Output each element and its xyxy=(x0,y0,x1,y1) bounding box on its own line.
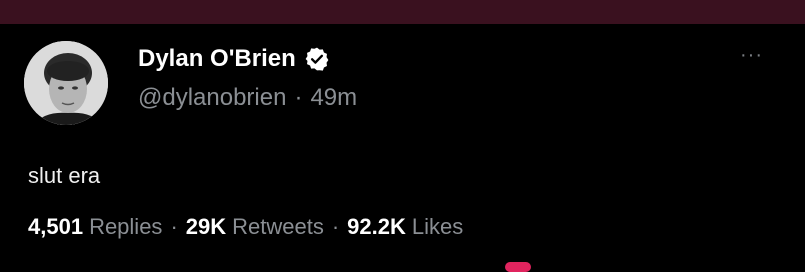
author-handle-row: @dylanobrien · 49m xyxy=(138,84,357,112)
tweet-stats: 4,501 Replies · 29K Retweets · 92.2K Lik… xyxy=(28,214,463,240)
author-display-name[interactable]: Dylan O'Brien xyxy=(138,45,296,73)
likes-count[interactable]: 92.2K xyxy=(347,214,406,240)
tweet-text: slut era xyxy=(28,163,101,188)
avatar[interactable] xyxy=(24,41,108,125)
author-handle[interactable]: @dylanobrien xyxy=(138,84,286,112)
separator-dot: · xyxy=(170,214,178,239)
author-name-row: Dylan O'Brien xyxy=(138,43,330,75)
like-icon-partial xyxy=(505,262,531,272)
likes-label[interactable]: Likes xyxy=(412,214,463,240)
retweets-count[interactable]: 29K xyxy=(186,214,226,240)
replies-label[interactable]: Replies xyxy=(89,214,162,240)
separator-dot: · xyxy=(331,214,340,239)
avatar-photo xyxy=(24,41,108,125)
tweet-timestamp[interactable]: 49m xyxy=(310,84,357,112)
verified-badge-icon xyxy=(305,47,329,71)
more-horizontal-icon[interactable]: ··· xyxy=(740,44,763,67)
replies-count[interactable]: 4,501 xyxy=(28,214,83,240)
top-strip xyxy=(0,0,805,24)
separator-dot: · xyxy=(294,84,303,111)
retweets-label[interactable]: Retweets xyxy=(232,214,324,240)
